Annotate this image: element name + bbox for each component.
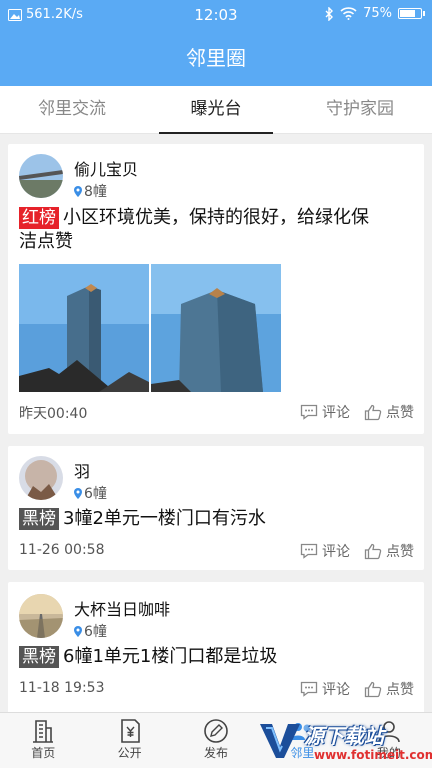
tab-neighbor-exchange[interactable]: 邻里交流 (0, 86, 144, 133)
wifi-icon (340, 7, 357, 20)
avatar[interactable] (19, 456, 63, 500)
post-username[interactable]: 偷儿宝贝 (74, 156, 138, 180)
thumbs-up-icon (364, 543, 382, 559)
like-label: 点赞 (386, 544, 414, 560)
post-actions: 评论 点赞 (300, 402, 414, 422)
nav-public[interactable]: 公开 (86, 713, 172, 768)
location-pin-icon (74, 487, 82, 499)
location-pin-icon (74, 625, 82, 637)
nav-label: 我的 (376, 746, 401, 760)
like-label: 点赞 (386, 682, 414, 698)
post-feed[interactable]: 偷儿宝贝 8幢 红榜 小区环境优美，保持的很好，给绿化保 洁点赞 昨天00:40… (0, 134, 432, 712)
post-time: 11-26 00:58 (19, 542, 105, 558)
like-button[interactable]: 点赞 (364, 541, 414, 561)
avatar[interactable] (19, 154, 63, 198)
post-actions: 评论 点赞 (300, 541, 414, 561)
status-bar: 561.2K/s 12:03 75% (0, 0, 432, 30)
comment-icon (300, 681, 318, 697)
profile-icon (378, 721, 400, 743)
nav-label: 发布 (204, 746, 229, 760)
thumbs-up-icon (364, 404, 382, 420)
nav-label: 邻里 (290, 746, 315, 760)
battery-icon (398, 8, 425, 19)
post-text-line1: 小区环境优美，保持的很好，给绿化保 (63, 207, 369, 228)
post-text-line2: 洁点赞 (19, 231, 73, 252)
comment-label: 评论 (322, 405, 350, 421)
post-location: 8幢 (74, 181, 107, 201)
location-text: 8幢 (84, 184, 107, 200)
bluetooth-icon (325, 6, 334, 21)
battery-fill (400, 10, 415, 17)
nav-home[interactable]: 首页 (0, 713, 86, 768)
tab-bar: 邻里交流 曝光台 守护家园 (0, 86, 432, 134)
post-text: 红榜 小区环境优美，保持的很好，给绿化保 (19, 207, 412, 229)
post-text-line1: 3幢2单元一楼门口有污水 (63, 508, 266, 529)
comment-button[interactable]: 评论 (300, 679, 350, 699)
post-photo[interactable] (19, 264, 149, 392)
post-username[interactable]: 大杯当日咖啡 (74, 596, 170, 620)
building-icon (33, 720, 54, 743)
post-username[interactable]: 羽 (74, 458, 90, 482)
comment-icon (300, 404, 318, 420)
nav-publish[interactable]: 发布 (173, 713, 259, 768)
post-time: 11-18 19:53 (19, 680, 105, 696)
post-actions: 评论 点赞 (300, 679, 414, 699)
post-card[interactable]: 偷儿宝贝 8幢 红榜 小区环境优美，保持的很好，给绿化保 洁点赞 昨天00:40… (8, 144, 424, 434)
pen-icon (204, 719, 228, 743)
thumbs-up-icon (364, 681, 382, 697)
post-time: 昨天00:40 (19, 406, 88, 422)
post-location: 6幢 (74, 483, 107, 503)
tab-guard-home[interactable]: 守护家园 (288, 86, 432, 133)
location-pin-icon (74, 185, 82, 197)
comment-button[interactable]: 评论 (300, 541, 350, 561)
comment-label: 评论 (322, 544, 350, 560)
avatar[interactable] (19, 594, 63, 638)
post-location: 6幢 (74, 621, 107, 641)
like-button[interactable]: 点赞 (364, 402, 414, 422)
page-title: 邻里圈 (0, 30, 432, 86)
red-list-badge: 红榜 (19, 207, 59, 229)
tab-exposure[interactable]: 曝光台 (144, 86, 288, 134)
post-text-line1: 6幢1单元1楼门口都是垃圾 (63, 646, 278, 667)
battery-percent: 75% (363, 6, 392, 21)
post-card[interactable]: 大杯当日咖啡 6幢 黑榜 6幢1单元1楼门口都是垃圾 11-18 19:53 评论… (8, 582, 424, 712)
location-text: 6幢 (84, 486, 107, 502)
comment-icon (300, 543, 318, 559)
post-photo[interactable] (151, 264, 281, 392)
nav-profile[interactable]: 我的 (346, 713, 432, 768)
neighbors-icon (291, 723, 311, 740)
black-list-badge: 黑榜 (19, 646, 59, 668)
nav-label: 公开 (117, 746, 142, 760)
black-list-badge: 黑榜 (19, 508, 59, 530)
location-text: 6幢 (84, 624, 107, 640)
post-text: 黑榜 6幢1单元1楼门口都是垃圾 (19, 646, 412, 668)
like-label: 点赞 (386, 405, 414, 421)
post-text: 黑榜 3幢2单元一楼门口有污水 (19, 508, 412, 530)
nav-label: 首页 (31, 746, 56, 760)
nav-neighbors[interactable]: 邻里 (259, 713, 345, 768)
document-yen-icon (120, 719, 140, 743)
comment-label: 评论 (322, 682, 350, 698)
post-card[interactable]: 羽 6幢 黑榜 3幢2单元一楼门口有污水 11-26 00:58 评论 点赞 (8, 446, 424, 570)
comment-button[interactable]: 评论 (300, 402, 350, 422)
bottom-nav: 首页 公开 发布 邻里 我的 (0, 712, 432, 768)
status-right: 75% (325, 6, 425, 21)
like-button[interactable]: 点赞 (364, 679, 414, 699)
